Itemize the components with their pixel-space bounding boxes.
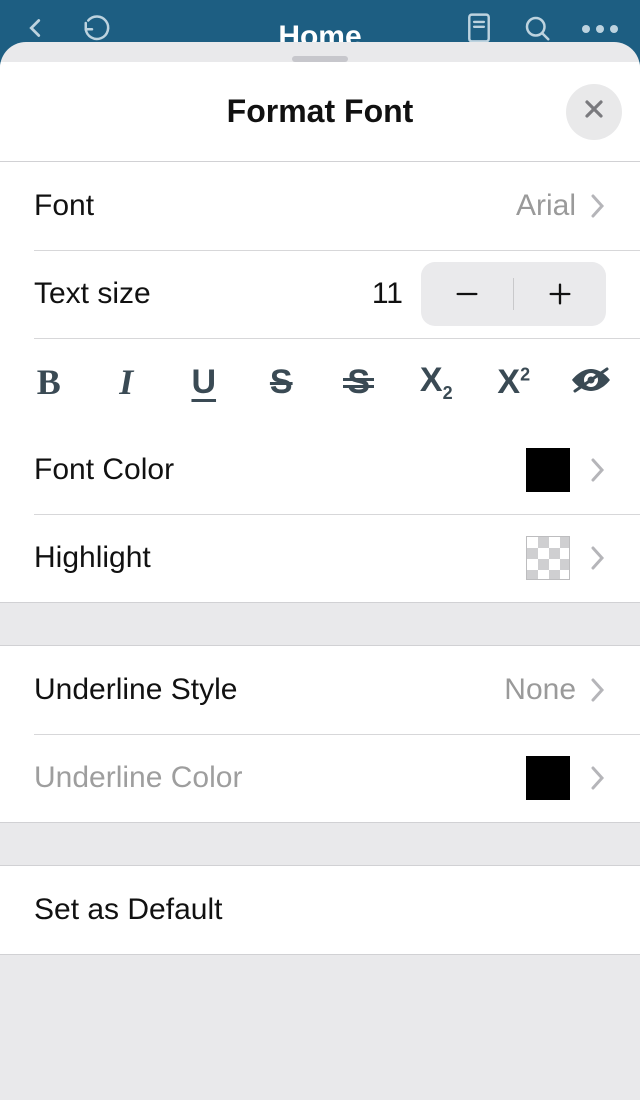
row-set-default[interactable]: Set as Default [0,866,640,954]
bold-icon: B [37,361,61,403]
font-color-label: Font Color [34,453,526,487]
set-default-label: Set as Default [34,893,606,927]
sheet-header: Format Font [0,62,640,162]
text-size-label: Text size [34,277,372,311]
stepper-minus-button[interactable] [421,262,513,326]
close-icon [582,97,606,126]
underline-style-value: None [504,673,576,707]
font-value: Arial [516,189,576,223]
font-label: Font [34,189,516,223]
chevron-right-icon [590,677,606,703]
strikethrough-button[interactable]: S [243,338,321,426]
double-strikethrough-button[interactable]: S [320,338,398,426]
subscript-button[interactable]: X2 [398,338,476,426]
group-default: Set as Default [0,866,640,955]
underline-icon: U [191,363,216,402]
row-text-styles: B I U S S X2 [0,338,640,426]
bold-button[interactable]: B [10,338,88,426]
chevron-right-icon [590,457,606,483]
eye-off-icon [569,365,613,400]
hidden-text-button[interactable] [553,338,631,426]
strikethrough-icon: S [270,363,293,402]
section-gap [0,822,640,866]
subscript-icon: X2 [420,361,453,404]
text-size-value: 11 [372,277,403,311]
row-font[interactable]: Font Arial [0,162,640,250]
italic-button[interactable]: I [88,338,166,426]
underline-color-swatch [526,756,570,800]
row-highlight[interactable]: Highlight [0,514,640,602]
superscript-button[interactable]: X2 [475,338,553,426]
format-font-sheet: Format Font Font Arial Text size 11 [0,42,640,1100]
underline-button[interactable]: U [165,338,243,426]
close-button[interactable] [566,84,622,140]
chevron-right-icon [590,765,606,791]
text-size-stepper [421,262,606,326]
sheet-title: Format Font [227,93,414,130]
more-icon [580,21,620,39]
row-underline-style[interactable]: Underline Style None [0,646,640,734]
underline-color-label: Underline Color [34,761,526,795]
italic-icon: I [119,361,133,403]
group-underline: Underline Style None Underline Color [0,646,640,822]
underline-style-label: Underline Style [34,673,504,707]
double-strikethrough-icon: S [347,363,370,402]
highlight-label: Highlight [34,541,526,575]
row-text-size: Text size 11 [0,250,640,338]
font-color-swatch [526,448,570,492]
section-gap [0,602,640,646]
chevron-right-icon [590,193,606,219]
row-underline-color[interactable]: Underline Color [0,734,640,822]
stepper-plus-button[interactable] [514,262,606,326]
superscript-icon: X2 [497,363,530,402]
row-font-color[interactable]: Font Color [0,426,640,514]
group-font: Font Arial Text size 11 B [0,162,640,602]
chevron-right-icon [590,545,606,571]
highlight-swatch [526,536,570,580]
